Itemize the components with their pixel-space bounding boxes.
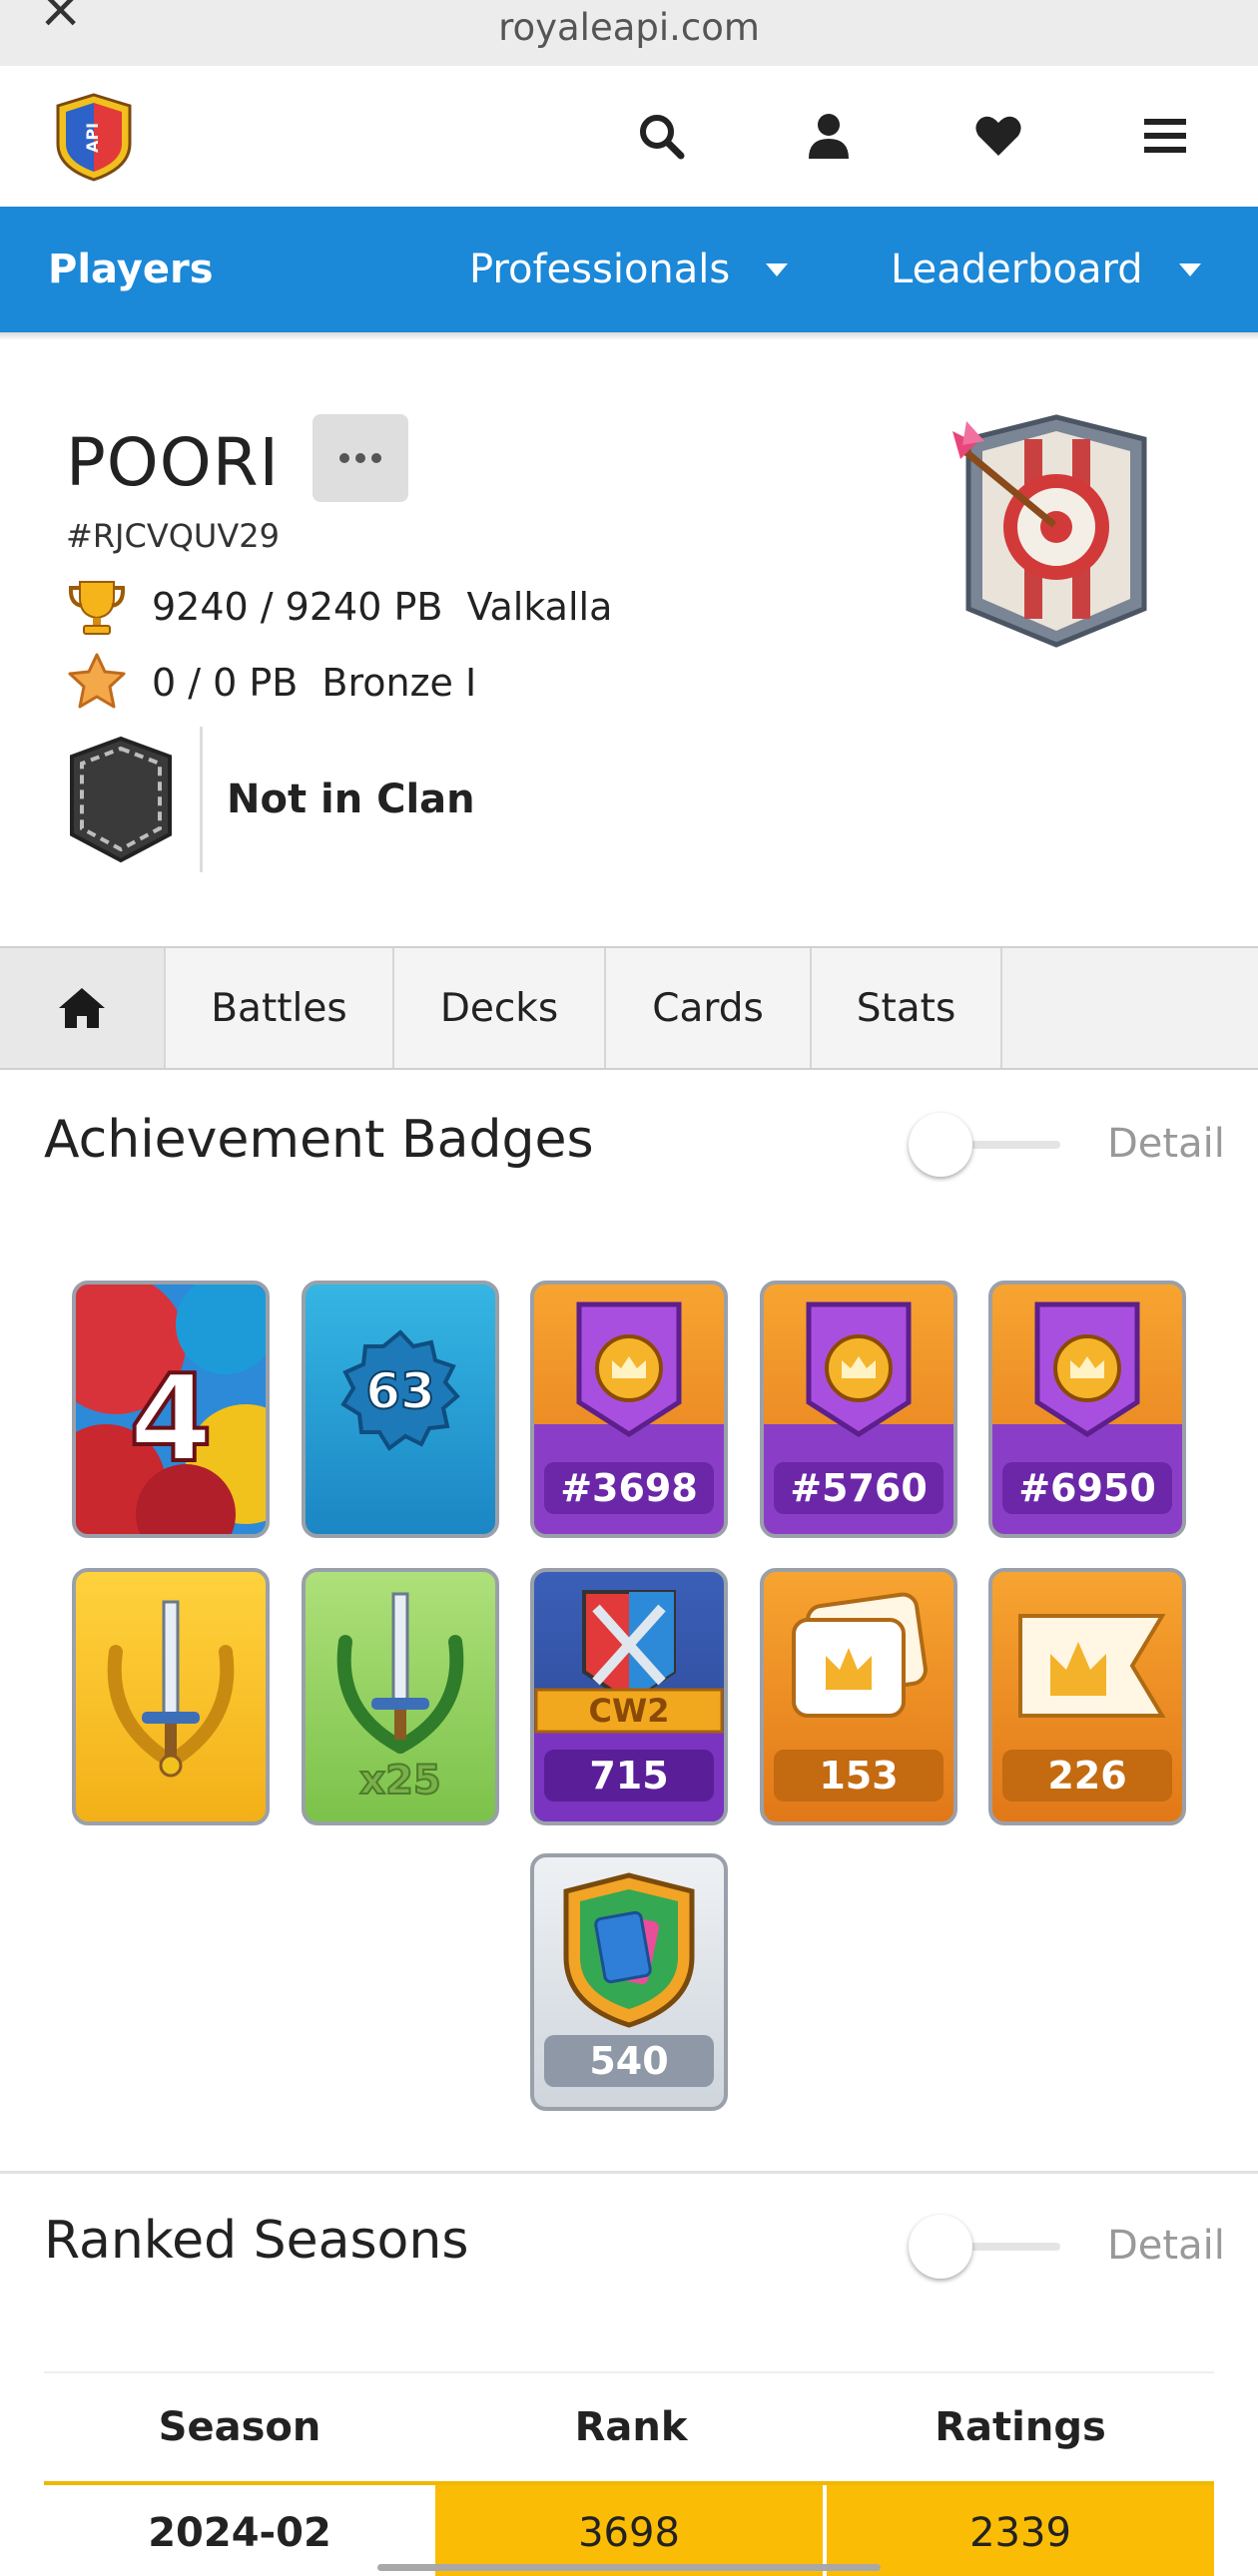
ranked-trophies: 0 / 0 PB bbox=[152, 661, 299, 705]
home-indicator[interactable] bbox=[377, 2564, 881, 2571]
season-cell: 2024-02 bbox=[44, 2485, 435, 2576]
trophy-icon bbox=[68, 581, 126, 635]
badge-ladder-rank[interactable]: #6950 bbox=[988, 1281, 1186, 1538]
section-divider bbox=[0, 2171, 1258, 2174]
tab-stats[interactable]: Stats bbox=[812, 948, 1002, 1068]
badge-exp-label: 63 bbox=[364, 1361, 436, 1421]
tab-battles[interactable]: Battles bbox=[166, 948, 394, 1068]
badge-clan-wars-tag: CW2 bbox=[588, 1692, 670, 1730]
menu-icon[interactable] bbox=[1135, 106, 1195, 166]
chevron-down-icon bbox=[1178, 262, 1201, 276]
badge-crown-cards-value: 153 bbox=[774, 1750, 944, 1802]
badge-ladder-rank[interactable]: #3698 bbox=[530, 1281, 728, 1538]
heart-icon[interactable] bbox=[968, 106, 1028, 166]
ranked-seasons-table: Season Rank Ratings 2024-02 3698 2339 bbox=[44, 2371, 1214, 2576]
league-name: Bronze I bbox=[321, 661, 477, 705]
achievement-badges-title: Achievement Badges bbox=[44, 1110, 594, 1170]
rank-cell: 3698 bbox=[435, 2485, 827, 2576]
user-icon[interactable] bbox=[799, 106, 859, 166]
nav-professionals-label: Professionals bbox=[469, 247, 731, 292]
badge-crown-flag-value: 226 bbox=[1002, 1750, 1172, 1802]
ranked-detail-label: Detail bbox=[1107, 2223, 1225, 2269]
nav-shadow bbox=[0, 332, 1258, 340]
badge-clan-wars-value: 715 bbox=[544, 1750, 714, 1802]
player-name: POORI bbox=[66, 424, 281, 501]
nav-professionals[interactable]: Professionals bbox=[469, 207, 789, 332]
clan-name[interactable]: Not in Clan bbox=[227, 776, 475, 822]
royaleapi-logo[interactable]: API bbox=[54, 92, 134, 182]
ranked-detail-toggle[interactable] bbox=[909, 2214, 1060, 2280]
ranked-row: 0 / 0 PB Bronze I bbox=[66, 653, 476, 713]
badge-card-collection-value: 540 bbox=[544, 2035, 714, 2087]
main-nav: Players Professionals Leaderboard bbox=[0, 207, 1258, 332]
badge-sword-green[interactable]: x25 bbox=[302, 1568, 499, 1825]
badge-card-collection[interactable]: 540 bbox=[530, 1853, 728, 2111]
clan-row: Not in Clan bbox=[66, 727, 475, 872]
badge-years-label: 4 bbox=[127, 1348, 215, 1491]
badge-rank-value: #3698 bbox=[544, 1462, 714, 1514]
site-header: API bbox=[0, 66, 1258, 207]
clan-badge-icon bbox=[70, 736, 172, 863]
badge-years-played[interactable]: 4 bbox=[72, 1281, 270, 1538]
arena-name: Valkalla bbox=[466, 585, 613, 629]
profile-tabs: Battles Decks Cards Stats bbox=[0, 946, 1258, 1070]
achievements-detail-toggle[interactable] bbox=[909, 1112, 1060, 1178]
column-header-season: Season bbox=[158, 2404, 321, 2450]
more-options-button[interactable] bbox=[313, 414, 408, 502]
badge-crown-flag[interactable]: 226 bbox=[988, 1568, 1186, 1825]
player-tag: #RJCVQUV29 bbox=[66, 517, 280, 555]
arena-icon bbox=[952, 414, 1147, 648]
league-star-icon bbox=[68, 653, 126, 709]
clan-divider bbox=[200, 727, 203, 872]
table-row: 2024-02 3698 2339 bbox=[44, 2481, 1214, 2576]
achievements-detail-label: Detail bbox=[1107, 1121, 1225, 1167]
url-text[interactable]: royaleapi.com bbox=[0, 6, 1258, 49]
nav-players[interactable]: Players bbox=[48, 207, 214, 332]
ranked-seasons-title: Ranked Seasons bbox=[44, 2211, 469, 2271]
column-header-rank: Rank bbox=[574, 2404, 688, 2450]
ratings-cell: 2339 bbox=[827, 2485, 1214, 2576]
badge-exp-level[interactable]: 63 bbox=[302, 1281, 499, 1538]
nav-leaderboard-label: Leaderboard bbox=[891, 247, 1143, 292]
home-icon bbox=[59, 988, 105, 1028]
badge-rank-value: #5760 bbox=[774, 1462, 944, 1514]
chevron-down-icon bbox=[766, 262, 789, 276]
badge-sword-gold[interactable] bbox=[72, 1568, 270, 1825]
tab-cards[interactable]: Cards bbox=[606, 948, 812, 1068]
badge-rank-value: #6950 bbox=[1002, 1462, 1172, 1514]
badge-sword-count: x25 bbox=[358, 1757, 441, 1804]
table-header: Season Rank Ratings bbox=[44, 2371, 1214, 2481]
badge-crown-cards[interactable]: 153 bbox=[760, 1568, 957, 1825]
trophy-row: 9240 / 9240 PB Valkalla bbox=[66, 577, 612, 637]
badge-clan-wars[interactable]: CW2 715 bbox=[530, 1568, 728, 1825]
tab-home[interactable] bbox=[0, 948, 166, 1068]
column-header-ratings: Ratings bbox=[935, 2404, 1106, 2450]
nav-leaderboard[interactable]: Leaderboard bbox=[891, 207, 1201, 332]
tab-decks[interactable]: Decks bbox=[394, 948, 606, 1068]
search-icon[interactable] bbox=[631, 106, 691, 166]
svg-text:API: API bbox=[83, 123, 102, 153]
trophy-count: 9240 / 9240 PB bbox=[152, 585, 443, 629]
badge-ladder-rank[interactable]: #5760 bbox=[760, 1281, 957, 1538]
browser-url-bar[interactable]: × royaleapi.com bbox=[0, 0, 1258, 66]
